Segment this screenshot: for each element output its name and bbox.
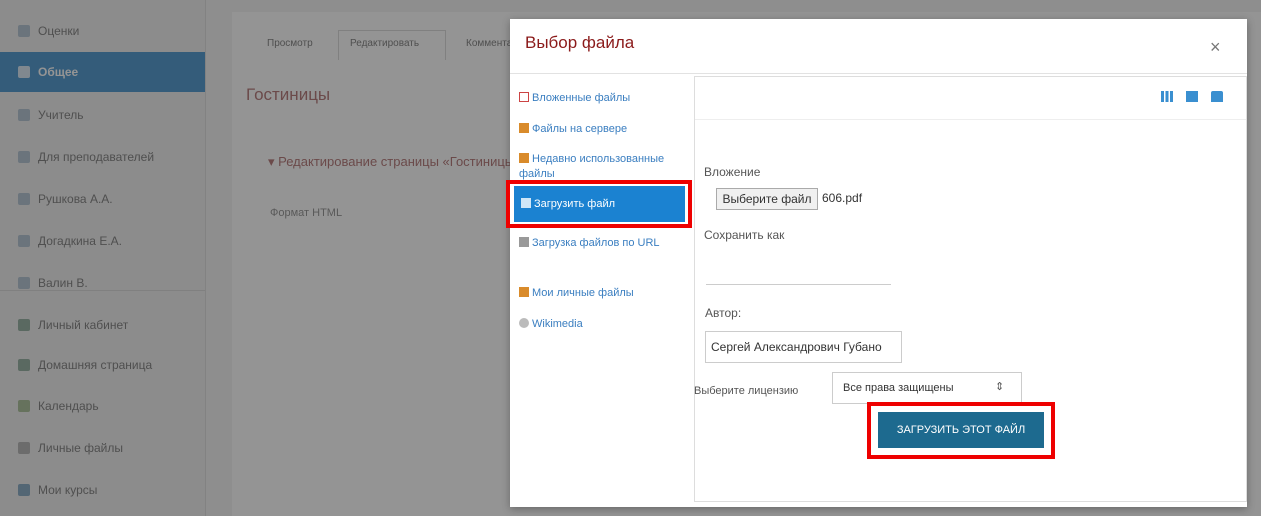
save-as-label: Сохранить как bbox=[704, 228, 785, 242]
folder-view-icon[interactable] bbox=[1211, 91, 1223, 102]
view-toolbar bbox=[695, 77, 1246, 120]
repo-server-files[interactable]: Файлы на сервере bbox=[519, 122, 691, 137]
license-label: Выберите лицензию bbox=[694, 385, 799, 397]
repo-label: Wikimedia bbox=[532, 318, 583, 330]
repo-wikimedia[interactable]: Wikimedia bbox=[519, 317, 691, 332]
private-files-icon bbox=[519, 287, 529, 297]
highlight-box-upload-repo bbox=[506, 180, 692, 228]
recent-icon bbox=[519, 153, 529, 163]
author-input[interactable]: Сергей Александрович Губано bbox=[705, 331, 902, 363]
repo-attachments[interactable]: Вложенные файлы bbox=[519, 91, 691, 106]
repo-label: Файлы на сервере bbox=[532, 123, 628, 135]
repo-label: Загрузка файлов по URL bbox=[532, 237, 660, 249]
author-label: Автор: bbox=[705, 306, 742, 320]
attachment-label: Вложение bbox=[704, 165, 761, 179]
dialog-header: Выбор файла × bbox=[510, 19, 1247, 74]
choose-file-button[interactable]: Выберите файл bbox=[716, 188, 818, 210]
highlight-box-upload-button bbox=[867, 402, 1055, 459]
repo-private-files[interactable]: Мои личные файлы bbox=[519, 286, 691, 301]
server-icon bbox=[519, 123, 529, 133]
save-as-underline bbox=[706, 284, 891, 285]
dialog-title: Выбор файла bbox=[525, 33, 635, 52]
repo-label: Мои личные файлы bbox=[532, 287, 634, 299]
repo-url-download[interactable]: Загрузка файлов по URL bbox=[519, 236, 691, 251]
repo-label: Вложенные файлы bbox=[532, 92, 631, 104]
save-as-input[interactable] bbox=[706, 254, 891, 282]
selected-file-name: 606.pdf bbox=[822, 191, 863, 205]
select-arrows-icon: ⇕ bbox=[995, 381, 1005, 393]
repo-label: Недавно использованные файлы bbox=[519, 153, 665, 180]
close-icon[interactable]: × bbox=[1210, 37, 1221, 58]
repo-recent[interactable]: Недавно использованные файлы bbox=[519, 152, 691, 182]
list-view-icon[interactable] bbox=[1186, 91, 1198, 102]
url-download-icon bbox=[519, 237, 529, 247]
wikimedia-icon bbox=[519, 318, 529, 328]
file-picker-dialog: Выбор файла × Вложенные файлы Файлы на с… bbox=[506, 19, 1247, 507]
license-select[interactable]: Все права защищены bbox=[832, 372, 1022, 404]
attachment-icon bbox=[519, 92, 529, 102]
grid-view-icon[interactable] bbox=[1161, 91, 1173, 102]
